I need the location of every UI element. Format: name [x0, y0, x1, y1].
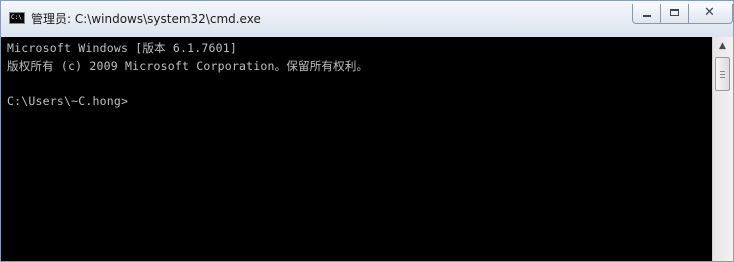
- title-bar[interactable]: C:\ 管理员: C:\windows\system32\cmd.exe ✕: [1, 1, 733, 37]
- scroll-up-arrow-icon[interactable]: ▲: [714, 38, 731, 55]
- console-output[interactable]: Microsoft Windows [版本 6.1.7601] 版权所有 (c)…: [1, 37, 712, 261]
- console-prompt[interactable]: C:\Users\~C.hong>: [7, 94, 128, 108]
- console-line-copyright: 版权所有 (c) 2009 Microsoft Corporation。保留所有…: [7, 59, 369, 73]
- minimize-button[interactable]: [632, 4, 661, 24]
- scroll-thumb[interactable]: [715, 57, 730, 91]
- close-icon: ✕: [704, 5, 715, 20]
- maximize-icon: [670, 9, 679, 16]
- thumb-grip-line: [720, 74, 725, 75]
- cmd-icon[interactable]: C:\: [9, 12, 25, 24]
- cmd-window: C:\ 管理员: C:\windows\system32\cmd.exe ✕ M…: [0, 0, 734, 262]
- window-controls: ✕: [632, 4, 733, 26]
- vertical-scrollbar[interactable]: ▲: [712, 37, 733, 261]
- thumb-grip-line: [720, 71, 725, 72]
- thumb-grip-line: [720, 77, 725, 78]
- maximize-button[interactable]: [660, 4, 689, 24]
- close-button[interactable]: ✕: [688, 4, 733, 24]
- minimize-icon: [643, 15, 651, 17]
- window-title: 管理员: C:\windows\system32\cmd.exe: [31, 12, 261, 26]
- console-line-version: Microsoft Windows [版本 6.1.7601]: [7, 41, 237, 55]
